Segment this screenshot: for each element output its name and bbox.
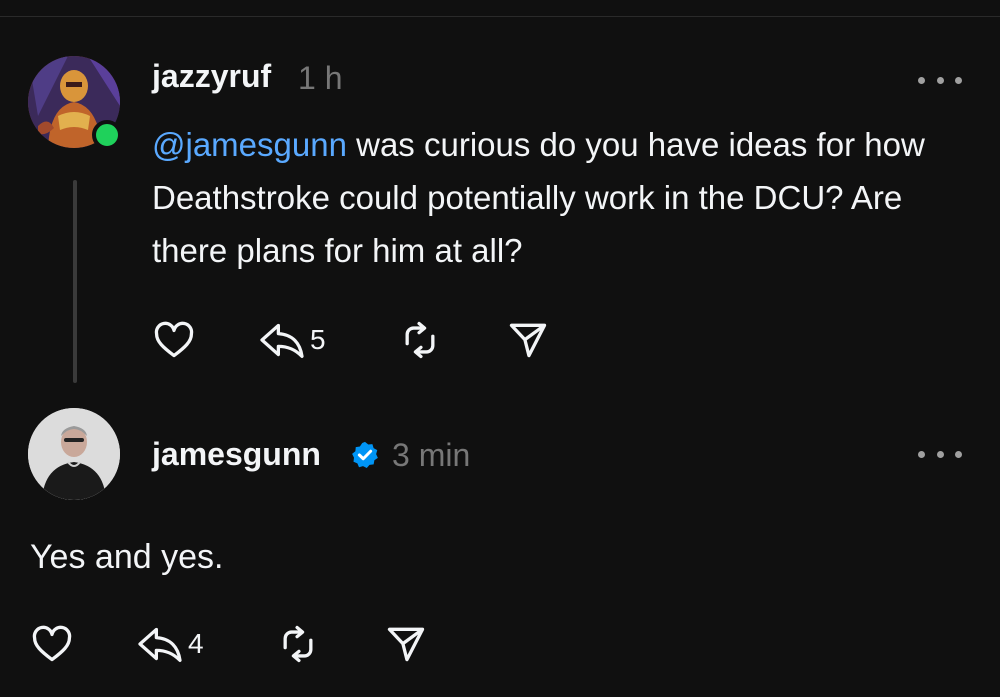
reply-count: 4 — [188, 628, 204, 659]
share-button[interactable] — [506, 318, 550, 362]
reply-button[interactable]: 4 — [136, 622, 204, 666]
timestamp: 1 h — [298, 60, 343, 96]
avatar-image — [28, 408, 120, 500]
reply-button[interactable]: 5 — [258, 318, 326, 362]
action-bar: 5 — [152, 318, 572, 362]
reply-icon — [260, 323, 304, 358]
timestamp: 3 min — [392, 437, 471, 473]
username[interactable]: jazzyruf — [152, 58, 271, 95]
thread-line — [73, 180, 77, 383]
repost-icon — [283, 625, 313, 663]
share-button[interactable] — [384, 622, 428, 666]
send-icon — [387, 627, 425, 662]
more-dots-icon[interactable] — [918, 72, 962, 88]
repost-button[interactable] — [276, 622, 320, 666]
more-dots-icon[interactable] — [918, 446, 962, 462]
avatar[interactable] — [28, 408, 120, 500]
repost-button[interactable] — [398, 318, 442, 362]
reply-icon — [138, 627, 182, 662]
post-text: @jamesgunn was curious do you have ideas… — [152, 118, 982, 277]
like-button[interactable] — [30, 622, 74, 666]
post-text: Yes and yes. — [30, 538, 224, 576]
online-status-dot — [92, 120, 122, 150]
like-button[interactable] — [152, 318, 196, 362]
action-bar: 4 — [30, 622, 450, 666]
heart-icon — [32, 625, 72, 662]
mention-link[interactable]: @jamesgunn — [152, 126, 347, 163]
repost-icon — [405, 321, 435, 359]
reply-count: 5 — [310, 324, 326, 355]
send-icon — [509, 323, 547, 358]
top-divider — [0, 16, 1000, 17]
heart-icon — [154, 321, 194, 358]
verified-badge-icon — [352, 441, 378, 468]
username[interactable]: jamesgunn — [152, 436, 321, 473]
